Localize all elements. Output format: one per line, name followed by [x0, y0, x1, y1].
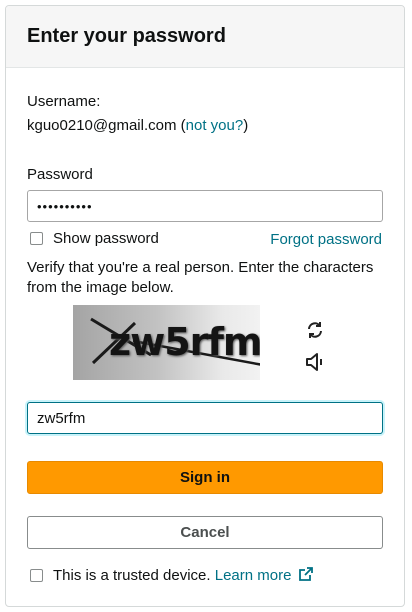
cancel-button[interactable]: Cancel: [27, 516, 383, 549]
card-header: Enter your password: [6, 6, 404, 68]
close-paren: ): [243, 117, 249, 134]
speaker-audio-icon[interactable]: [305, 352, 327, 372]
trusted-device-label: This is a trusted device.: [53, 567, 211, 584]
password-input[interactable]: [27, 190, 383, 222]
username-email: kguo0210@gmail.com: [27, 117, 177, 134]
password-label: Password: [27, 166, 93, 183]
username-row: kguo0210@gmail.com (not you?): [27, 116, 248, 136]
trusted-device-row: This is a trusted device. Learn more: [53, 566, 313, 586]
signin-card: Enter your password Username: kguo0210@g…: [5, 5, 405, 607]
forgot-password-link[interactable]: Forgot password: [270, 230, 382, 250]
sign-in-button[interactable]: Sign in: [27, 461, 383, 494]
refresh-icon[interactable]: [305, 320, 325, 340]
learn-more-link[interactable]: Learn more: [215, 567, 313, 584]
not-you-link[interactable]: not you?: [186, 117, 244, 134]
trusted-device-checkbox[interactable]: [30, 569, 43, 582]
external-link-icon: [298, 567, 313, 581]
show-password-label: Show password: [53, 230, 159, 247]
captcha-image: zw5rfm: [73, 305, 260, 380]
captcha-text: zw5rfm: [109, 320, 260, 364]
captcha-input[interactable]: [27, 402, 383, 434]
username-label: Username:: [27, 93, 101, 110]
captcha-instructions: Verify that you're a real person. Enter …: [27, 259, 374, 296]
learn-more-label: Learn more: [214, 567, 292, 584]
page-title: Enter your password: [27, 25, 226, 47]
show-password-checkbox[interactable]: [30, 232, 43, 245]
